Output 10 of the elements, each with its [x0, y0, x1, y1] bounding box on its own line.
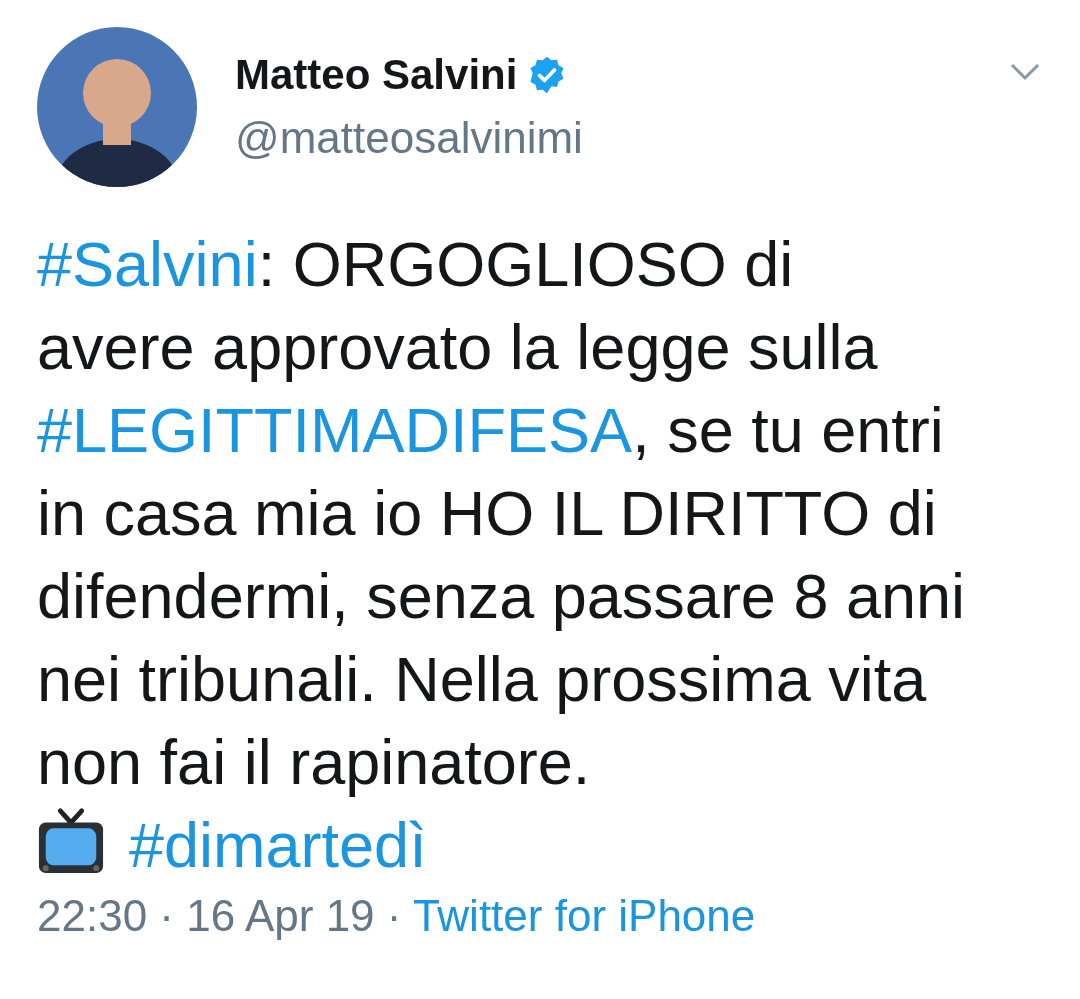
television-icon [37, 807, 105, 875]
hashtag-link[interactable]: #dimartedì [129, 810, 427, 880]
chevron-down-icon[interactable] [1010, 63, 1040, 81]
author-name[interactable]: Matteo Salvini [235, 51, 518, 99]
source-link[interactable]: Twitter for iPhone [412, 891, 756, 940]
hashtag-link[interactable]: #LEGITTIMADIFESA [37, 395, 633, 465]
tweet-text: #Salvini: ORGOGLIOSO di avere approvato la legge sulla #LEGITTIMADIFESA, se tu entri in casa mia io HO IL DIRITTO di difendermi, senza passare 8 anni nei tribunali. Nella prossima vita non fai il rapinatore. #dimartedì [37, 228, 967, 882]
tweet-metadata: 22:30 · 16 Apr 19 · Twitter for iPhone [37, 891, 757, 941]
author-handle[interactable]: @matteosalvinimi [235, 113, 1010, 163]
hashtag-link[interactable]: #Salvini [37, 229, 258, 299]
